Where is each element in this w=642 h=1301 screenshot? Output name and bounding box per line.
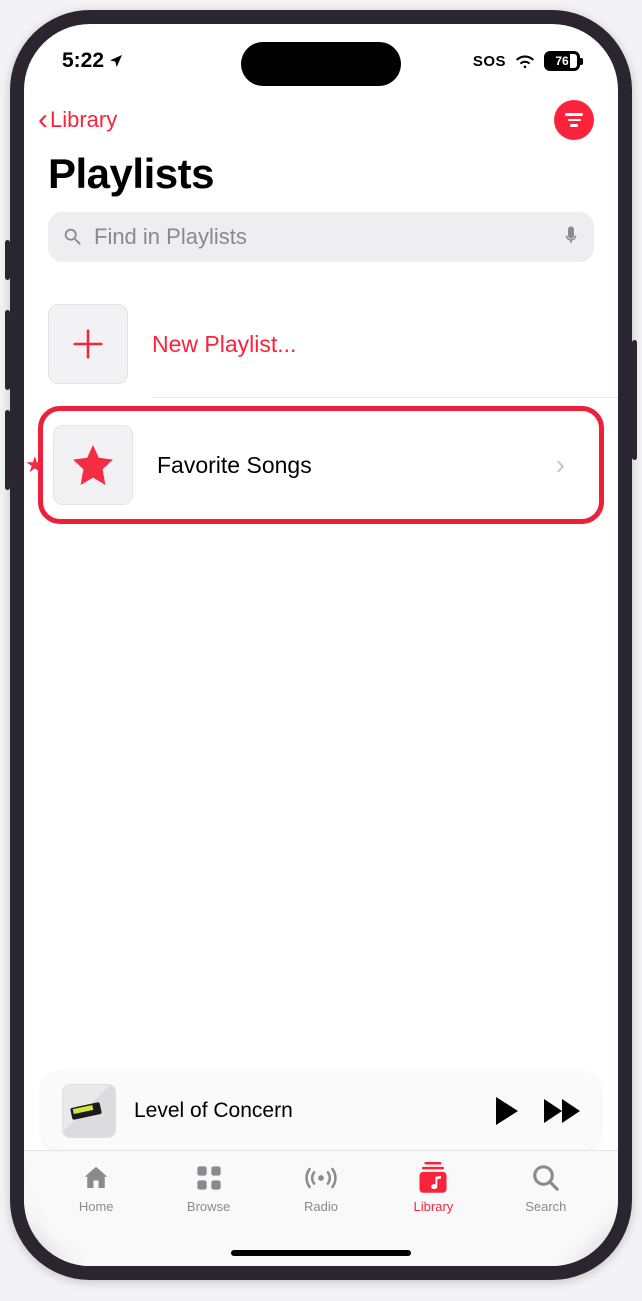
forward-button[interactable] <box>544 1099 580 1123</box>
home-indicator[interactable] <box>231 1250 411 1256</box>
volume-down-button <box>5 410 10 490</box>
favorite-songs-label: Favorite Songs <box>157 452 532 479</box>
star-peek-icon: ★ <box>25 452 45 478</box>
back-button[interactable]: ‹ Library <box>38 105 117 135</box>
power-button <box>632 340 637 460</box>
tab-label: Library <box>414 1199 454 1214</box>
page-title: Playlists <box>24 144 618 212</box>
tab-label: Search <box>525 1199 566 1214</box>
favorite-songs-row[interactable]: Favorite Songs › <box>53 411 589 519</box>
tab-label: Radio <box>304 1199 338 1214</box>
browse-icon <box>195 1164 223 1192</box>
tab-label: Home <box>79 1199 114 1214</box>
wifi-icon <box>514 52 536 70</box>
library-icon <box>418 1162 448 1194</box>
volume-up-button <box>5 310 10 390</box>
plus-icon <box>68 324 108 364</box>
sos-label: SOS <box>473 53 506 70</box>
search-placeholder: Find in Playlists <box>94 224 552 250</box>
dynamic-island <box>241 42 401 86</box>
now-playing-bar[interactable]: Level of Concern <box>42 1072 600 1150</box>
home-icon <box>81 1163 111 1193</box>
tab-browse[interactable]: Browse <box>152 1161 264 1236</box>
tab-search[interactable]: Search <box>490 1161 602 1236</box>
iphone-frame: 5:22 SOS 76 ‹ Library <box>10 10 632 1280</box>
search-tab-icon <box>531 1163 561 1193</box>
highlight-annotation: ★ Favorite Songs › <box>38 406 604 524</box>
star-icon <box>69 441 117 489</box>
radio-icon <box>304 1163 338 1193</box>
tab-radio[interactable]: Radio <box>265 1161 377 1236</box>
battery-level: 76 <box>555 54 568 68</box>
sort-button[interactable] <box>554 100 594 140</box>
tab-label: Browse <box>187 1199 230 1214</box>
new-playlist-row[interactable]: New Playlist... <box>48 290 618 398</box>
back-label: Library <box>50 107 117 133</box>
mic-icon[interactable] <box>562 225 580 249</box>
album-art <box>62 1084 116 1138</box>
chevron-right-icon: › <box>556 449 565 481</box>
tab-bar: Home Browse Radio Library Search <box>24 1150 618 1266</box>
chevron-left-icon: ‹ <box>38 105 48 135</box>
tab-home[interactable]: Home <box>40 1161 152 1236</box>
tab-library[interactable]: Library <box>377 1161 489 1236</box>
side-button <box>5 240 10 280</box>
sort-icon <box>565 113 583 127</box>
battery-indicator: 76 <box>544 51 580 71</box>
status-time: 5:22 <box>62 49 104 73</box>
search-icon <box>62 226 84 248</box>
now-playing-title: Level of Concern <box>134 1099 478 1123</box>
playlist-list: New Playlist... ★ Favorite Songs › <box>24 282 618 524</box>
new-playlist-label: New Playlist... <box>152 331 594 358</box>
location-icon <box>108 53 124 69</box>
new-playlist-thumb <box>48 304 128 384</box>
favorite-songs-thumb <box>53 425 133 505</box>
play-button[interactable] <box>496 1097 518 1125</box>
search-input[interactable]: Find in Playlists <box>48 212 594 262</box>
